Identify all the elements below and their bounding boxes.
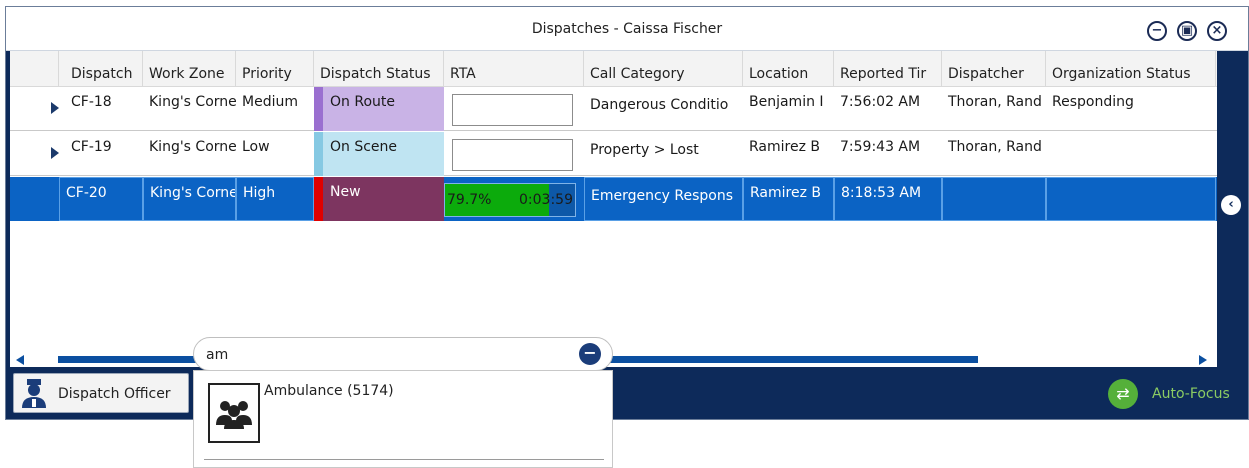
cell-dispatcher: Thoran, Rand [948,94,1042,110]
col-dispatch-status[interactable]: Dispatch Status [314,51,444,87]
scroll-left-icon[interactable] [16,355,24,365]
search-results-dropdown: Ambulance (5174) [193,370,613,468]
row-indicator-icon [51,147,59,159]
cell-dispatch-status: New [314,177,444,221]
status-text: New [330,184,361,200]
cell-dispatcher: Thoran, Rand [948,139,1042,155]
collapse-panel-icon[interactable]: ‹ [1221,195,1241,215]
cell-rta [444,87,584,131]
cell-reported-time: 7:59:43 AM [840,139,921,155]
table-row-selected[interactable]: CF-20 King's Corne High New 79.7% 0:03:5… [10,177,1217,221]
status-text: On Scene [330,139,398,155]
dispatch-officer-label: Dispatch Officer [58,386,171,402]
ambulance-unit-icon [208,383,260,443]
close-icon[interactable]: × [1207,21,1227,41]
row-header-spacer [10,51,59,87]
grid-header: Dispatch Work Zone Priority Dispatch Sta… [10,51,1217,87]
cell-dispatch: CF-19 [71,139,112,155]
unit-search-input[interactable] [206,345,566,365]
col-dispatcher[interactable]: Dispatcher [942,51,1046,87]
cell-organization-status [1046,132,1216,176]
table-row[interactable]: CF-19 King's Corne Low On Scene Property… [10,132,1217,176]
cell-dispatch-status: On Scene [314,132,444,176]
cell-reported-time: 7:56:02 AM [840,94,921,110]
dispatches-window: Dispatches - Caissa Fischer − ▣ × Dispat… [5,6,1249,420]
restore-icon[interactable]: ▣ [1177,21,1197,41]
cell-location: Benjamin I [749,94,824,110]
cell-work-zone: King's Corne [149,94,236,110]
cell-dispatch: CF-18 [71,94,112,110]
col-call-category[interactable]: Call Category [584,51,743,87]
window-title: Dispatches - Caissa Fischer [531,21,723,37]
cell-organization-status: Responding [1052,94,1134,110]
col-rta[interactable]: RTA [444,51,584,87]
col-work-zone[interactable]: Work Zone [143,51,236,87]
cell-organization-status [1046,177,1216,221]
col-reported-time[interactable]: Reported Tir [834,51,942,87]
cell-call-category: Property > Lost [590,142,699,158]
cell-work-zone: King's Corne [143,177,236,221]
rta-progress-bar: 79.7% 0:03:59 [444,183,576,217]
status-strip [314,132,323,176]
cell-location: Ramirez B [749,139,820,155]
col-dispatch[interactable]: Dispatch [65,51,143,87]
rta-input[interactable] [452,94,573,126]
status-strip [314,87,323,131]
cell-priority: High [236,177,314,221]
cell-call-category: Emergency Respons [584,177,743,221]
horizontal-scrollbar[interactable] [10,351,1217,367]
cell-rta: 79.7% 0:03:59 [444,177,584,221]
cell-work-zone: King's Corne [149,139,236,155]
dropdown-divider [204,459,604,460]
search-result-item[interactable]: Ambulance (5174) [264,383,394,399]
unit-search-box: − [193,337,613,371]
cell-priority: Medium [242,94,298,110]
row-indicator-icon [51,102,59,114]
officer-icon [22,379,46,408]
col-organization-status[interactable]: Organization Status [1046,51,1216,87]
cell-dispatch-status: On Route [314,87,444,131]
title-bar: Dispatches - Caissa Fischer − ▣ × [6,7,1248,51]
cell-dispatcher [942,177,1046,221]
cell-priority: Low [242,139,270,155]
table-row[interactable]: CF-18 King's Corne Medium On Route Dange… [10,87,1217,131]
auto-focus-icon[interactable]: ⇄ [1108,379,1138,409]
cell-call-category: Dangerous Conditio [590,97,729,113]
row-header [10,177,59,221]
rta-input[interactable] [452,139,573,171]
cell-rta [444,132,584,176]
cell-reported-time: 8:18:53 AM [834,177,942,221]
rta-percent: 79.7% [447,192,492,208]
col-priority[interactable]: Priority [236,51,314,87]
dispatch-officer-button[interactable]: Dispatch Officer [13,373,189,413]
status-text: On Route [330,94,395,110]
status-strip [314,177,323,221]
minimize-icon[interactable]: − [1147,21,1167,41]
auto-focus-label[interactable]: Auto-Focus [1152,386,1230,402]
rta-time: 0:03:59 [519,192,573,208]
cell-location: Ramirez B [743,177,834,221]
scroll-right-icon[interactable] [1199,355,1207,365]
cell-dispatch: CF-20 [59,177,143,221]
clear-search-icon[interactable]: − [579,343,601,365]
col-location[interactable]: Location [743,51,834,87]
dispatch-grid: Dispatch Work Zone Priority Dispatch Sta… [10,51,1217,357]
